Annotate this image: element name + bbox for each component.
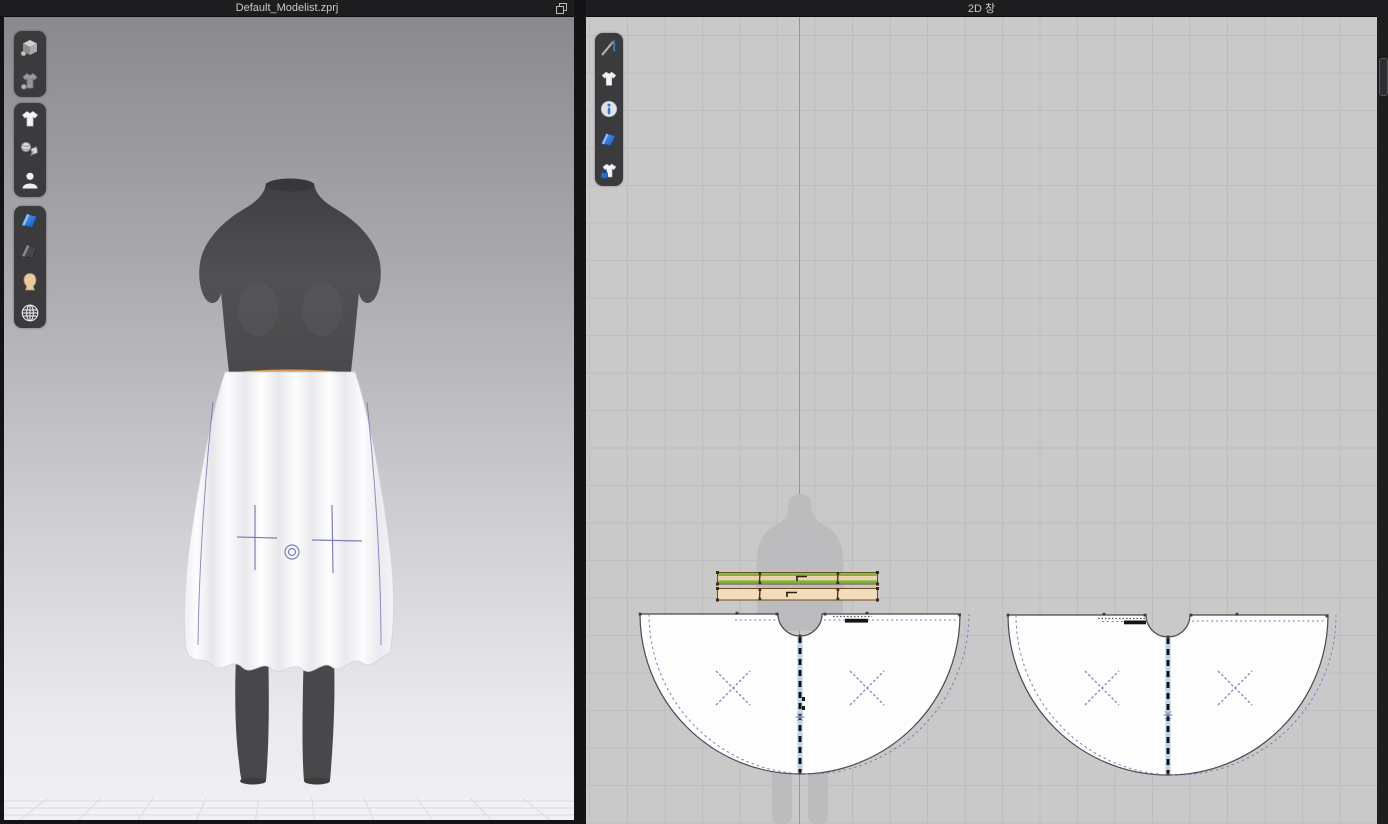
- head-icon[interactable]: [17, 269, 43, 295]
- needle-icon[interactable]: [596, 35, 622, 61]
- measurement-label: [845, 619, 868, 623]
- mannequin-3d[interactable]: [0, 17, 574, 824]
- skirt-panel-right[interactable]: [1007, 613, 1336, 776]
- restore-window-icon[interactable]: [556, 3, 567, 14]
- viewport-3d[interactable]: [0, 17, 574, 824]
- globe-icon[interactable]: [17, 300, 43, 326]
- info-icon[interactable]: [596, 96, 622, 122]
- shirt-icon[interactable]: [596, 66, 622, 92]
- waistband-strip-bottom[interactable]: [716, 587, 879, 602]
- fabric-blue-icon[interactable]: [17, 208, 43, 234]
- pattern-canvas[interactable]: [586, 17, 1377, 824]
- window-3d-title: Default_Modelist.zprj: [236, 2, 339, 14]
- titlebar-2d[interactable]: 2D 창: [586, 0, 1377, 17]
- skirt-3d[interactable]: [184, 372, 393, 672]
- scrollbar-handle[interactable]: [1379, 58, 1388, 96]
- shirt-icon[interactable]: [17, 106, 43, 132]
- toolbar-3d-view-group: [14, 31, 46, 97]
- panel-divider[interactable]: [574, 0, 586, 824]
- window-edge-left: [0, 17, 4, 824]
- waistband-strip-top[interactable]: [716, 571, 879, 586]
- mannequin-torso[interactable]: [199, 179, 381, 373]
- shirt-sphere-icon[interactable]: [17, 68, 43, 94]
- viewport-2d[interactable]: [586, 17, 1377, 824]
- clo3d-workspace: Default_Modelist.zprj: [0, 0, 1388, 824]
- shirt-lock-icon[interactable]: [596, 158, 622, 184]
- fabric-gray-icon[interactable]: [17, 239, 43, 265]
- toolbar-3d-display-group: [14, 206, 46, 328]
- measurement-label: [1124, 621, 1146, 625]
- toolbar-2d: [595, 33, 623, 186]
- cube-icon[interactable]: [17, 35, 43, 61]
- right-scrollbar[interactable]: [1377, 0, 1388, 824]
- sewing-pin-icon[interactable]: [17, 137, 43, 163]
- titlebar-3d[interactable]: Default_Modelist.zprj: [0, 0, 574, 17]
- skirt-panel-left[interactable]: [639, 612, 969, 775]
- toolbar-3d-garment-group: [14, 103, 46, 197]
- window-2d-title: 2D 창: [968, 0, 995, 16]
- fabric-blue-icon[interactable]: [596, 127, 622, 153]
- window-edge-bottom: [0, 820, 574, 824]
- avatar-icon[interactable]: [17, 168, 43, 194]
